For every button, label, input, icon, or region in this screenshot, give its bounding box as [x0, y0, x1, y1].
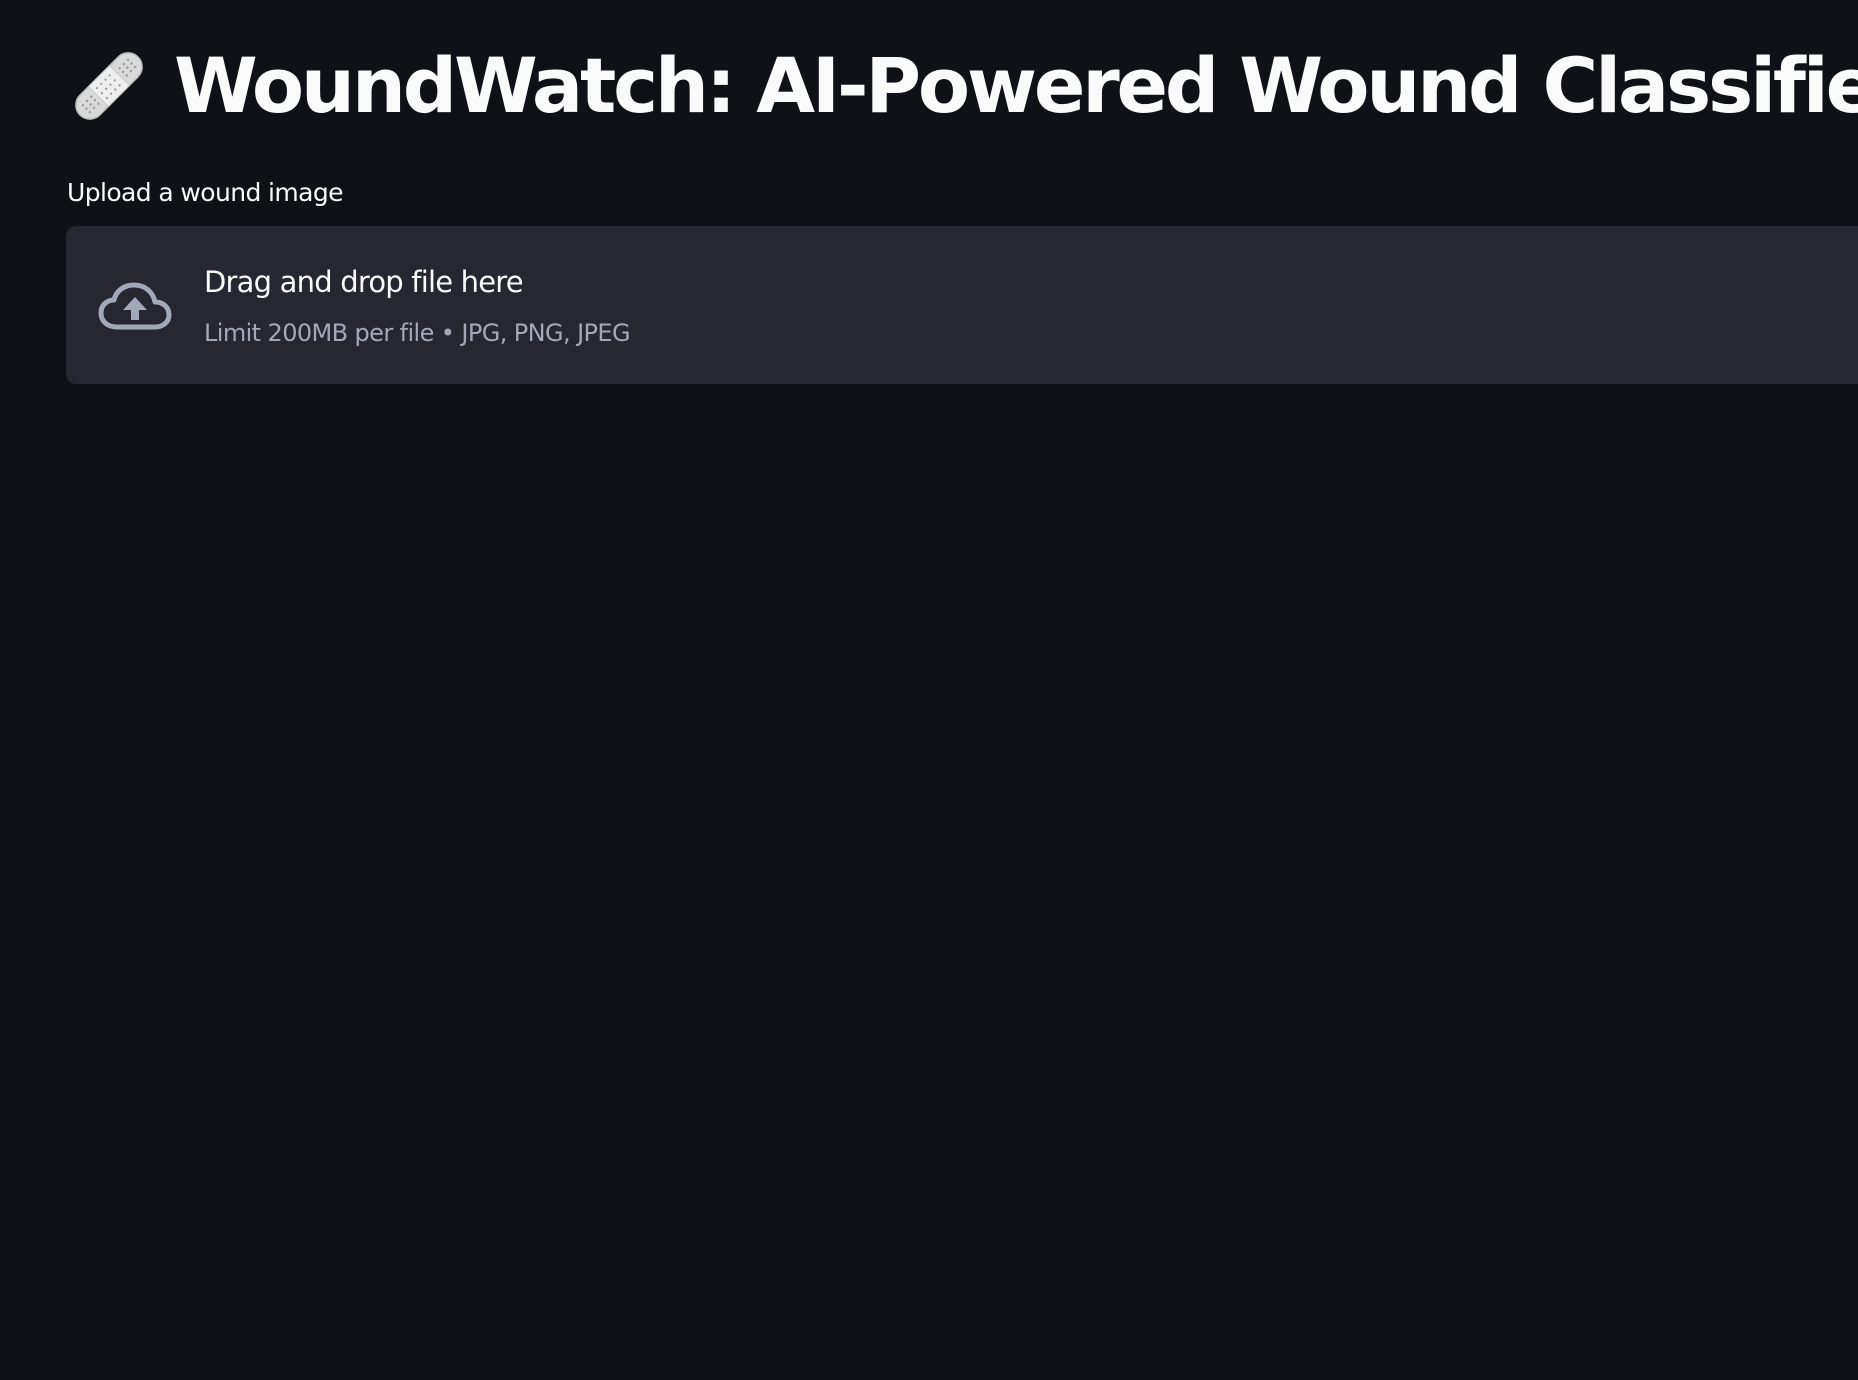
dropzone-instructions: Drag and drop file here — [204, 265, 524, 299]
file-uploader-label: Upload a wound image — [67, 178, 344, 207]
app-main: WoundWatch: AI-Powered Wound Classifier … — [0, 0, 1858, 1380]
file-limit-text: Limit 200MB per file • JPG, PNG, JPEG — [204, 319, 631, 347]
file-dropzone[interactable] — [66, 226, 1858, 384]
adhesive-bandage-icon — [64, 41, 154, 131]
page-header: WoundWatch: AI-Powered Wound Classifier — [64, 36, 1858, 136]
cloud-upload-icon — [97, 280, 173, 332]
page-title: WoundWatch: AI-Powered Wound Classifier — [174, 41, 1858, 130]
